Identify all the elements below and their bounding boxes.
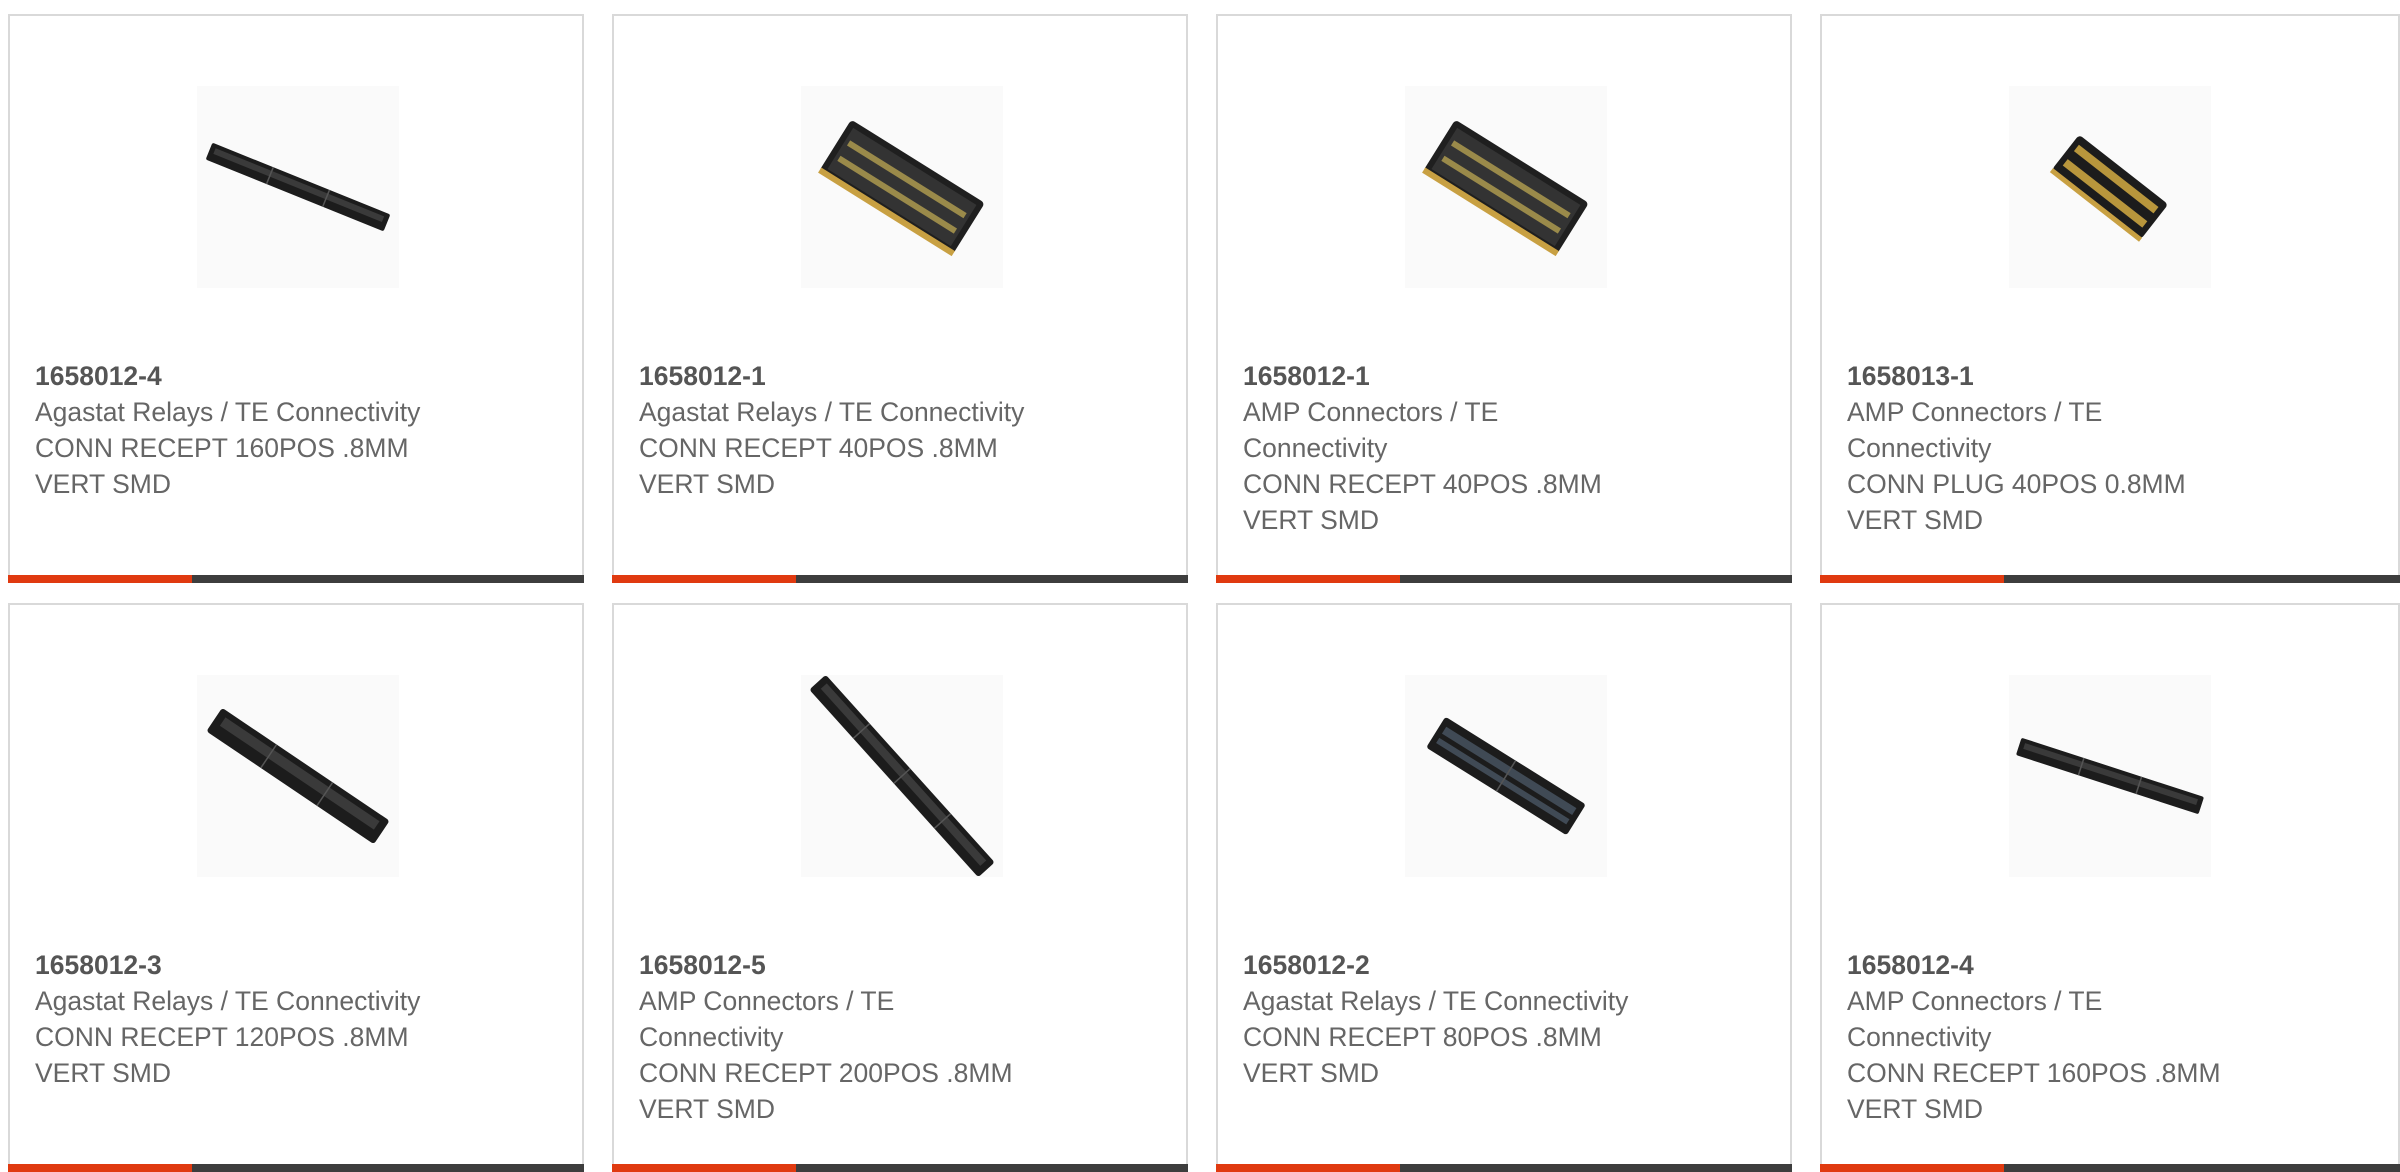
product-details: 1658012-4 Agastat Relays / TE Connectivi… [35, 358, 562, 502]
card-bottom-bar [8, 1164, 584, 1172]
description: VERT SMD [1243, 505, 1379, 535]
description: CONN RECEPT 120POS .8MM [35, 1022, 409, 1052]
connector-wide-icon [818, 121, 984, 257]
product-image[interactable] [801, 675, 1003, 877]
product-details: 1658013-1 AMP Connectors / TE Connectivi… [1847, 358, 2378, 538]
card-accent [1820, 575, 2004, 583]
description: VERT SMD [639, 1094, 775, 1124]
description: CONN RECEPT 40POS .8MM [1243, 469, 1602, 499]
description: CONN RECEPT 200POS .8MM [639, 1058, 1013, 1088]
product-card[interactable]: 1658012-3 Agastat Relays / TE Connectivi… [8, 603, 584, 1172]
connector-plug-icon [2049, 136, 2167, 242]
description: VERT SMD [1847, 1094, 1983, 1124]
product-card[interactable]: 1658012-1 Agastat Relays / TE Connectivi… [612, 14, 1188, 583]
connector-medium-icon [1427, 717, 1585, 835]
connector-long-thin-icon [2016, 738, 2204, 814]
part-number[interactable]: 1658012-2 [1243, 947, 1770, 983]
product-image[interactable] [2009, 86, 2211, 288]
product-image[interactable] [197, 675, 399, 877]
card-accent [612, 1164, 796, 1172]
manufacturer: Agastat Relays / TE Connectivity [1243, 986, 1629, 1016]
card-accent [1216, 1164, 1400, 1172]
product-card[interactable]: 1658012-2 Agastat Relays / TE Connectivi… [1216, 603, 1792, 1172]
manufacturer: AMP Connectors / TE [1243, 397, 1499, 427]
manufacturer: Connectivity [1847, 1022, 1992, 1052]
connector-long-icon [207, 708, 389, 844]
product-image[interactable] [1405, 86, 1607, 288]
card-bottom-bar [612, 1164, 1188, 1172]
product-image[interactable] [1405, 675, 1607, 877]
connector-wide-icon [1422, 121, 1588, 257]
description: CONN RECEPT 160POS .8MM [35, 433, 409, 463]
product-details: 1658012-4 AMP Connectors / TE Connectivi… [1847, 947, 2378, 1127]
description: CONN RECEPT 40POS .8MM [639, 433, 998, 463]
manufacturer: AMP Connectors / TE [639, 986, 895, 1016]
part-number[interactable]: 1658012-4 [1847, 947, 2378, 983]
product-image[interactable] [801, 86, 1003, 288]
description: VERT SMD [1847, 505, 1983, 535]
description: VERT SMD [639, 469, 775, 499]
manufacturer: AMP Connectors / TE [1847, 397, 2103, 427]
product-image[interactable] [2009, 675, 2211, 877]
product-card[interactable]: 1658012-1 AMP Connectors / TE Connectivi… [1216, 14, 1792, 583]
part-number[interactable]: 1658013-1 [1847, 358, 2378, 394]
card-accent [1216, 575, 1400, 583]
card-accent [8, 575, 192, 583]
card-accent [612, 575, 796, 583]
connector-long-thin-icon [206, 143, 390, 231]
product-card[interactable]: 1658012-5 AMP Connectors / TE Connectivi… [612, 603, 1188, 1172]
product-details: 1658012-2 Agastat Relays / TE Connectivi… [1243, 947, 1770, 1091]
manufacturer: AMP Connectors / TE [1847, 986, 2103, 1016]
part-number[interactable]: 1658012-5 [639, 947, 1166, 983]
manufacturer: Agastat Relays / TE Connectivity [35, 397, 421, 427]
description: CONN RECEPT 160POS .8MM [1847, 1058, 2221, 1088]
card-accent [1820, 1164, 2004, 1172]
product-card[interactable]: 1658012-4 AMP Connectors / TE Connectivi… [1820, 603, 2400, 1172]
product-details: 1658012-1 Agastat Relays / TE Connectivi… [639, 358, 1166, 502]
card-bottom-bar [1216, 575, 1792, 583]
part-number[interactable]: 1658012-4 [35, 358, 562, 394]
description: CONN RECEPT 80POS .8MM [1243, 1022, 1602, 1052]
product-card[interactable]: 1658013-1 AMP Connectors / TE Connectivi… [1820, 14, 2400, 583]
card-bottom-bar [1216, 1164, 1792, 1172]
manufacturer: Connectivity [639, 1022, 784, 1052]
product-image[interactable] [197, 86, 399, 288]
product-details: 1658012-1 AMP Connectors / TE Connectivi… [1243, 358, 1770, 538]
description: CONN PLUG 40POS 0.8MM [1847, 469, 2186, 499]
part-number[interactable]: 1658012-1 [1243, 358, 1770, 394]
manufacturer: Connectivity [1847, 433, 1992, 463]
manufacturer: Agastat Relays / TE Connectivity [639, 397, 1025, 427]
product-card[interactable]: 1658012-4 Agastat Relays / TE Connectivi… [8, 14, 584, 583]
card-bottom-bar [612, 575, 1188, 583]
card-bottom-bar [1820, 575, 2400, 583]
connector-steep-icon [810, 675, 994, 877]
manufacturer: Connectivity [1243, 433, 1388, 463]
description: VERT SMD [35, 469, 171, 499]
description: VERT SMD [35, 1058, 171, 1088]
description: VERT SMD [1243, 1058, 1379, 1088]
card-bottom-bar [1820, 1164, 2400, 1172]
product-details: 1658012-5 AMP Connectors / TE Connectivi… [639, 947, 1166, 1127]
card-bottom-bar [8, 575, 584, 583]
part-number[interactable]: 1658012-3 [35, 947, 562, 983]
part-number[interactable]: 1658012-1 [639, 358, 1166, 394]
product-details: 1658012-3 Agastat Relays / TE Connectivi… [35, 947, 562, 1091]
manufacturer: Agastat Relays / TE Connectivity [35, 986, 421, 1016]
product-grid: 1658012-4 Agastat Relays / TE Connectivi… [0, 0, 2400, 1172]
card-accent [8, 1164, 192, 1172]
